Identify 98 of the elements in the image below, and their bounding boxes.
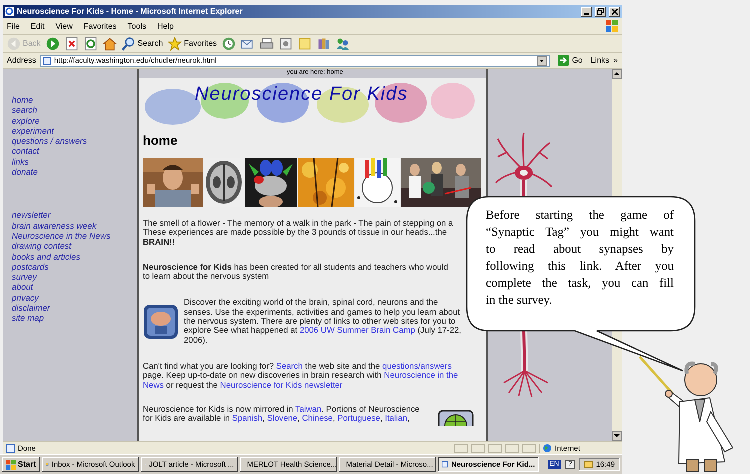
link[interactable]: Italian — [385, 413, 408, 424]
stop-button[interactable] — [64, 36, 79, 50]
paragraph: The smell of a flower - The memory of a walk in the park - The pain of stepping on a These experiences are made possible by the 3 pounds of tissue in our heads...the BRAIN!! — [143, 219, 454, 247]
dropdown-button[interactable] — [537, 56, 548, 66]
scroll-up-button[interactable] — [612, 69, 622, 79]
link[interactable]: Taiwan — [296, 404, 322, 414]
more-chevron[interactable]: » — [614, 56, 618, 65]
home-button[interactable] — [102, 36, 117, 50]
nav-link[interactable]: experiment — [12, 126, 137, 136]
page-heading: home — [143, 134, 179, 148]
brain-icon — [143, 304, 179, 340]
books-icon — [317, 36, 332, 50]
menu-item[interactable]: Help — [157, 22, 180, 30]
nav-link[interactable]: drawing contest — [12, 241, 137, 252]
link[interactable]: Search — [276, 360, 303, 371]
nav-link[interactable]: privacy — [12, 292, 137, 304]
paragraph: Can't find what you are looking for? Search the web site and the questions/answers page. Keep up-to-date on new discoveries in brain research with Neuroscience in the News or request the Neuroscience for Kids newsletter — [143, 362, 460, 390]
restore-icon — [597, 8, 604, 15]
nav-link[interactable]: donate — [12, 167, 137, 178]
paragraph: Neuroscience for Kids is now mirrored in Taiwan. Portions of Neuroscience for Kids are available in Spanish, Slovene, Chinese, Portuguese, Italian, — [143, 404, 420, 426]
close-icon — [612, 8, 618, 14]
up-arrow-icon — [614, 71, 620, 77]
menu-item[interactable]: Edit — [30, 22, 51, 30]
page-icon — [6, 444, 15, 452]
nav-link[interactable]: home — [12, 95, 137, 106]
forward-button[interactable] — [46, 36, 60, 50]
link[interactable]: questions/answers — [382, 360, 452, 371]
nav-link[interactable]: contact — [12, 146, 137, 157]
messenger-button[interactable] — [336, 36, 350, 50]
research-button[interactable] — [317, 36, 332, 50]
page-icon — [43, 56, 52, 64]
menu-item[interactable]: Tools — [128, 22, 152, 30]
nav-link[interactable]: explore — [12, 116, 137, 126]
nav-link[interactable]: newsletter — [12, 210, 137, 221]
link[interactable]: News — [143, 380, 164, 390]
star-icon — [168, 36, 182, 50]
nav-link[interactable]: survey — [12, 272, 137, 282]
go-button[interactable]: Go — [554, 55, 587, 66]
minimize-button[interactable] — [581, 6, 592, 16]
page-icon — [279, 36, 294, 50]
status-pane — [522, 444, 536, 452]
down-arrow-icon — [614, 433, 620, 439]
tray-icon — [584, 460, 594, 469]
flag-icon — [6, 460, 16, 470]
nav-link[interactable]: site map — [12, 313, 137, 324]
browser-icon — [5, 7, 14, 16]
refresh-button[interactable] — [84, 36, 98, 50]
banner-title: Neuroscience For Kids — [195, 84, 410, 106]
links-label[interactable]: Links — [590, 56, 610, 65]
printer-icon — [260, 36, 274, 50]
menu-item[interactable]: View — [56, 22, 79, 30]
link[interactable]: Spanish — [232, 413, 263, 424]
globe-icon — [543, 444, 552, 452]
paragraph: Discover the exciting world of the brain, spinal cord, neurons and the senses. Use the experiments, activities and games to help you learn about the nervous system. There are plenty of links to other web sites for you to explore See what happened at 2006 UW Summer Brain Camp (July 17-22, 2006). — [184, 298, 462, 345]
window-title: Neuroscience For Kids - Home - Microsoft Internet Explorer — [17, 7, 244, 16]
nav-link[interactable]: Neuroscience in the News — [12, 230, 137, 242]
bubble-text: Before starting the game of “Synaptic Tag” you might want to read about synapses by following this link. After you complete the task, you can fill in the survey. — [486, 207, 674, 309]
nav-link[interactable]: postcards — [12, 262, 137, 272]
stop-icon — [64, 36, 79, 50]
status-pane — [454, 444, 468, 452]
link[interactable]: Slovene — [267, 413, 298, 424]
address-label: Address — [7, 56, 36, 65]
link[interactable]: Portuguese — [338, 413, 380, 424]
edit-button[interactable] — [279, 36, 294, 50]
globe-icon — [438, 410, 474, 426]
history-button[interactable] — [222, 36, 236, 50]
clock-icon — [222, 36, 236, 50]
search-icon — [122, 36, 136, 50]
status-pane — [505, 444, 519, 452]
start-button[interactable]: Start — [2, 457, 40, 472]
status-pane — [471, 444, 485, 452]
note-icon — [298, 36, 312, 50]
close-button[interactable] — [609, 6, 620, 16]
search-button[interactable]: Search — [122, 36, 164, 50]
nav-link[interactable]: questions / answers — [12, 136, 137, 146]
paragraph: Neuroscience for Kids has been created for all students and teachers who would to learn about the nervous system — [143, 262, 450, 282]
nav-link[interactable]: search — [12, 105, 137, 116]
people-icon — [336, 36, 350, 50]
restore-button[interactable] — [595, 6, 606, 16]
menu-item[interactable]: File — [7, 22, 26, 30]
link[interactable]: Neuroscience for Kids newsletter — [220, 380, 343, 390]
arrow-icon — [558, 55, 570, 66]
link[interactable]: 2006 UW Summer Brain Camp — [300, 325, 416, 336]
link[interactable]: Neuroscience in the — [384, 370, 458, 380]
nav-link[interactable]: books and articles — [12, 252, 137, 262]
menu-item[interactable]: Favorites — [84, 22, 123, 30]
status-pane — [488, 444, 502, 452]
nav-link[interactable]: brain awareness week — [12, 220, 137, 231]
favorites-button[interactable]: Favorites — [168, 36, 218, 50]
nav-link[interactable]: disclaimer — [12, 303, 137, 314]
refresh-icon — [84, 36, 98, 50]
home-icon — [102, 36, 117, 50]
link[interactable]: Chinese — [302, 413, 333, 424]
nav-link[interactable]: about — [12, 282, 137, 293]
nav-link[interactable]: links — [12, 156, 137, 168]
flag-icon — [606, 20, 618, 32]
print-button[interactable] — [260, 36, 274, 50]
scroll-down-button[interactable] — [612, 431, 622, 441]
